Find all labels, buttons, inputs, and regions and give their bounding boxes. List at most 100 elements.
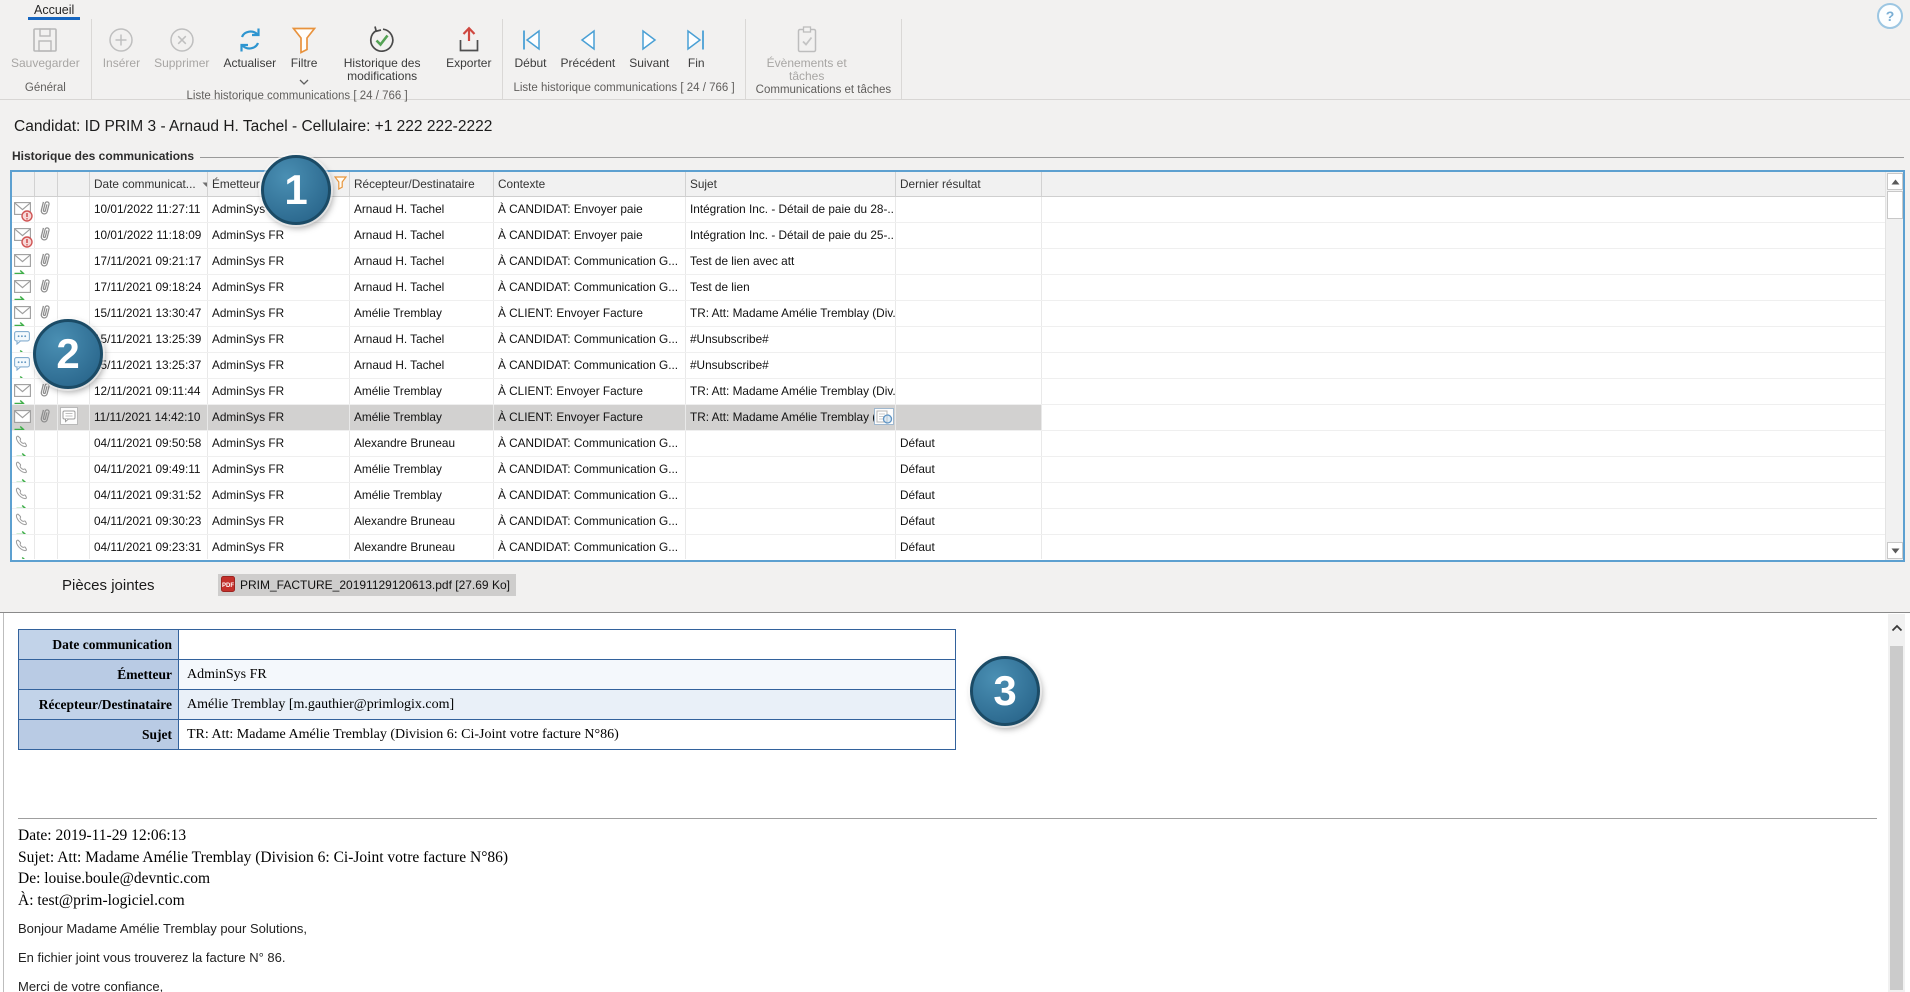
cell-dernier-resultat: Défaut bbox=[896, 509, 1042, 534]
cell-date: 15/11/2021 13:25:37 bbox=[90, 353, 208, 378]
ribbon-group: Début Précédent Suivant Fin Liste historique… bbox=[503, 19, 745, 99]
cell-date: 10/01/2022 11:27:11 bbox=[90, 197, 208, 222]
panel-scrollbar-thumb[interactable] bbox=[1890, 646, 1903, 990]
email-meta-row: SujetTR: Att: Madame Amélie Tremblay (Di… bbox=[19, 720, 956, 750]
paperclip-icon bbox=[37, 199, 55, 221]
ribbon-button-precedent[interactable]: Précédent bbox=[554, 21, 623, 70]
column-header-sujet[interactable]: Sujet bbox=[686, 172, 896, 196]
ribbon-button-supprimer[interactable]: Supprimer bbox=[147, 21, 216, 70]
table-row[interactable]: 04/11/2021 09:49:11AdminSys FRAmélie Tre… bbox=[12, 457, 1903, 483]
scroll-down-icon[interactable] bbox=[1887, 542, 1903, 559]
ribbon-button-label: Précédent bbox=[561, 57, 616, 70]
column-header-icon2[interactable] bbox=[35, 172, 58, 196]
historique-modifications-icon bbox=[366, 23, 398, 56]
cell-emetteur: AdminSys FR bbox=[208, 405, 350, 430]
email-meta-value bbox=[179, 630, 956, 660]
mail-sent-icon bbox=[14, 303, 32, 325]
cell-dernier-resultat: Défaut bbox=[896, 457, 1042, 482]
cell-contexte: À CANDIDAT: Communication G... bbox=[494, 353, 686, 378]
mail-sent-icon bbox=[14, 407, 32, 429]
cell-dernier-resultat: Défaut bbox=[896, 431, 1042, 456]
table-row[interactable]: 15/11/2021 13:25:39AdminSys FRArnaud H. … bbox=[12, 327, 1903, 353]
ribbon-group-label: Liste historique communications [ 24 / 7… bbox=[505, 82, 742, 99]
cell-contexte: À CANDIDAT: Communication G... bbox=[494, 457, 686, 482]
column-header-dernier-resultat[interactable]: Dernier résultat bbox=[896, 172, 1042, 196]
ribbon-button-actualiser[interactable]: Actualiser bbox=[216, 21, 283, 70]
ribbon-button-label: Historique des modifications bbox=[332, 57, 432, 84]
table-row[interactable]: 17/11/2021 09:18:24AdminSys FRArnaud H. … bbox=[12, 275, 1903, 301]
table-row[interactable]: 10/01/2022 11:18:09AdminSys FRArnaud H. … bbox=[12, 223, 1903, 249]
mail-sent-icon bbox=[14, 381, 32, 403]
table-row[interactable]: 04/11/2021 09:30:23AdminSys FRAlexandre … bbox=[12, 509, 1903, 535]
table-row[interactable]: 04/11/2021 09:31:52AdminSys FRAmélie Tre… bbox=[12, 483, 1903, 509]
groupbox-line bbox=[200, 157, 1904, 158]
table-scrollbar[interactable] bbox=[1885, 172, 1903, 560]
ribbon-button-label: Sauvegarder bbox=[11, 57, 80, 70]
filter-icon[interactable] bbox=[334, 176, 347, 193]
cell-recepteur: Amélie Tremblay bbox=[350, 457, 494, 482]
ribbon-button-debut[interactable]: Début bbox=[507, 21, 553, 70]
email-meta-value: Amélie Tremblay [m.gauthier@primlogix.co… bbox=[179, 690, 956, 720]
ribbon-button-exporter[interactable]: Exporter bbox=[439, 21, 498, 70]
email-meta-label: Récepteur/Destinataire bbox=[19, 690, 179, 720]
table-row[interactable]: 04/11/2021 09:50:58AdminSys FRAlexandre … bbox=[12, 431, 1903, 457]
communications-table: Date communicat... Émetteur Récepteur/De… bbox=[10, 170, 1905, 562]
cell-contexte: À CLIENT: Envoyer Facture bbox=[494, 405, 686, 430]
cell-date: 15/11/2021 13:30:47 bbox=[90, 301, 208, 326]
phone-sent-icon bbox=[14, 459, 32, 481]
cell-emetteur: AdminSys FR bbox=[208, 223, 350, 248]
preview-icon[interactable] bbox=[874, 408, 894, 430]
cell-contexte: À CANDIDAT: Communication G... bbox=[494, 431, 686, 456]
ribbon-button-evenements-taches[interactable]: Évènements et tâches bbox=[750, 21, 864, 84]
cell-sujet: Test de lien bbox=[686, 275, 896, 300]
ribbon-button-sauvegarder[interactable]: Sauvegarder bbox=[4, 21, 87, 70]
help-icon[interactable]: ? bbox=[1877, 3, 1903, 29]
email-header-line: Sujet: Att: Madame Amélie Tremblay (Divi… bbox=[18, 847, 508, 869]
scrollbar-thumb[interactable] bbox=[1887, 191, 1903, 219]
cell-date: 04/11/2021 09:49:11 bbox=[90, 457, 208, 482]
precedent-icon bbox=[575, 23, 601, 56]
suivant-icon bbox=[636, 23, 662, 56]
mail-error-icon bbox=[14, 199, 32, 221]
ribbon-group-label: Communications et tâches bbox=[748, 84, 900, 99]
cell-dernier-resultat bbox=[896, 223, 1042, 248]
tab-accueil[interactable]: Accueil bbox=[28, 1, 80, 18]
scroll-up-icon[interactable] bbox=[1887, 173, 1903, 190]
panel-scrollbar[interactable] bbox=[1888, 614, 1905, 992]
cell-sujet bbox=[686, 535, 896, 559]
phone-sent-icon bbox=[14, 537, 32, 559]
history-section-title: Historique des communications bbox=[12, 149, 194, 163]
column-header-date[interactable]: Date communicat... bbox=[90, 172, 208, 196]
sauvegarder-icon bbox=[30, 23, 60, 56]
cell-emetteur: AdminSys FR bbox=[208, 353, 350, 378]
table-row[interactable]: 11/11/2021 14:42:10AdminSys FRAmélie Tre… bbox=[12, 405, 1903, 431]
column-header-contexte[interactable]: Contexte bbox=[494, 172, 686, 196]
ribbon-group-label: Liste historique communications [ 24 / 7… bbox=[94, 90, 501, 102]
ribbon-group-label: Général bbox=[2, 82, 89, 99]
column-header-icon1[interactable] bbox=[12, 172, 35, 196]
email-header-block: Date: 2019-11-29 12:06:13Sujet: Att: Mad… bbox=[18, 825, 508, 911]
column-header-icon3[interactable] bbox=[58, 172, 90, 196]
ribbon-button-filtre[interactable]: Filtre bbox=[283, 21, 325, 90]
ribbon-button-historique-modifications[interactable]: Historique des modifications bbox=[325, 21, 439, 84]
ribbon: Accueil SauvegarderGénéralInsérerSupprim… bbox=[0, 0, 1910, 100]
cell-emetteur: AdminSys FR bbox=[208, 379, 350, 404]
attachment-chip[interactable]: PDFPRIM_FACTURE_20191129120613.pdf [27.6… bbox=[218, 574, 516, 596]
panel-scroll-up-icon[interactable] bbox=[1888, 618, 1905, 638]
table-row[interactable]: 12/11/2021 09:11:44AdminSys FRAmélie Tre… bbox=[12, 379, 1903, 405]
ribbon-button-label: Suivant bbox=[629, 57, 669, 70]
cell-dernier-resultat bbox=[896, 197, 1042, 222]
ribbon-button-inserer[interactable]: Insérer bbox=[96, 21, 147, 70]
table-row[interactable]: 15/11/2021 13:25:37AdminSys FRArnaud H. … bbox=[12, 353, 1903, 379]
cell-emetteur: AdminSys FR bbox=[208, 509, 350, 534]
ribbon-group: InsérerSupprimerActualiserFiltre Historiq… bbox=[92, 19, 504, 99]
svg-text:PDF: PDF bbox=[222, 583, 234, 589]
phone-sent-icon bbox=[14, 433, 32, 455]
cell-emetteur: AdminSys FR bbox=[208, 431, 350, 456]
column-header-recepteur[interactable]: Récepteur/Destinataire bbox=[350, 172, 494, 196]
ribbon-button-fin[interactable]: Fin bbox=[676, 21, 716, 70]
table-row[interactable]: 04/11/2021 09:23:31AdminSys FRAlexandre … bbox=[12, 535, 1903, 559]
ribbon-button-suivant[interactable]: Suivant bbox=[622, 21, 676, 70]
table-row[interactable]: 17/11/2021 09:21:17AdminSys FRArnaud H. … bbox=[12, 249, 1903, 275]
table-row[interactable]: 15/11/2021 13:30:47AdminSys FRAmélie Tre… bbox=[12, 301, 1903, 327]
